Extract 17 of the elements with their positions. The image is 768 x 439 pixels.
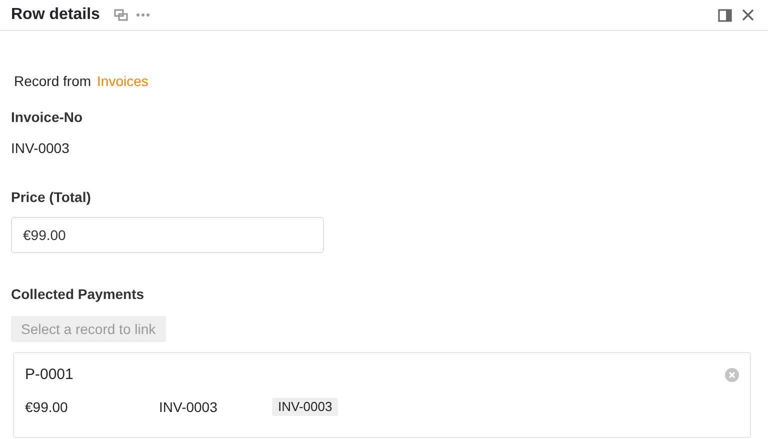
remove-icon[interactable]: [725, 368, 739, 382]
more-icon[interactable]: [136, 13, 150, 17]
copy-icon[interactable]: [114, 9, 128, 21]
field-label: Price (Total): [11, 188, 92, 206]
record-cell-text: €99.00: [25, 398, 69, 416]
panel-toggle-icon[interactable]: [718, 8, 732, 22]
panel-title: Row details: [11, 5, 100, 25]
source-link[interactable]: Invoices: [97, 72, 148, 90]
field-label: Invoice-No: [11, 108, 84, 126]
price-field[interactable]: €99.00: [11, 217, 324, 253]
link-record-button[interactable]: Select a record to link: [11, 316, 166, 342]
record-title: P-0001: [25, 366, 74, 384]
record-tag: INV-0003: [272, 398, 338, 416]
field-value: INV-0003: [11, 139, 70, 157]
source-label: Record from: [14, 72, 92, 90]
close-icon[interactable]: [742, 9, 754, 21]
field-label: Collected Payments: [11, 285, 146, 303]
